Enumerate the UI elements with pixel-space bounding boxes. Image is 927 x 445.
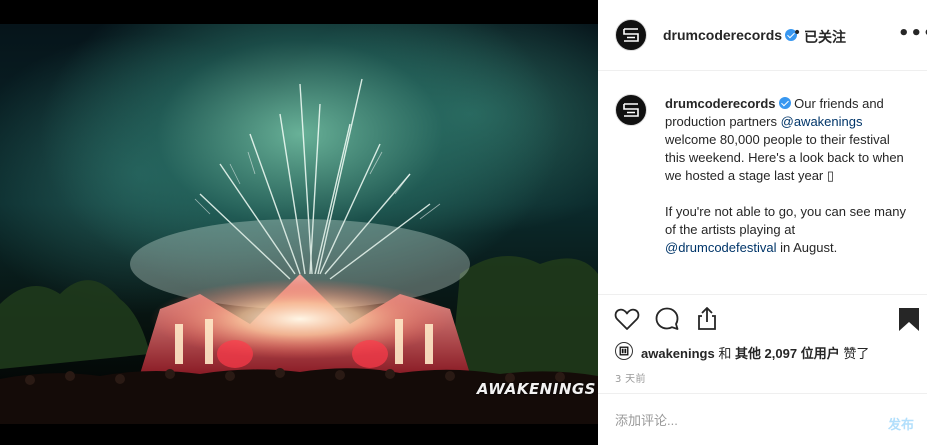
post-photo-area[interactable]: AWAKENINGS <box>0 0 598 445</box>
drumcode-logo-icon <box>623 28 639 42</box>
caption-text-1b: welcome 80,000 people to their festival … <box>665 132 904 183</box>
bookmark-icon <box>899 308 919 331</box>
likes-and: 和 <box>714 346 735 361</box>
caption-area: drumcoderecords Our friends and producti… <box>598 71 927 295</box>
caption-author-avatar[interactable] <box>615 94 647 126</box>
share-button[interactable] <box>693 305 721 333</box>
author-username-text[interactable]: drumcoderecords <box>663 27 782 43</box>
post-caption: drumcoderecords Our friends and producti… <box>665 95 910 257</box>
likes-others-link[interactable]: 其他 2,097 位用户 <box>735 346 840 361</box>
verified-badge-icon <box>778 97 791 109</box>
comment-form: 发布 <box>598 393 927 445</box>
post-comment-button[interactable]: 发布 <box>888 414 914 433</box>
likes-text: awakenings 和 其他 2,097 位用户 赞了 <box>641 343 869 362</box>
festival-scene-illustration <box>0 78 598 424</box>
heart-icon <box>614 308 640 330</box>
caption-username[interactable]: drumcoderecords <box>665 96 776 111</box>
caption-text-2b: in August. <box>776 240 838 255</box>
like-button[interactable] <box>613 305 641 333</box>
more-options-icon[interactable]: ••• <box>898 23 927 44</box>
author-avatar[interactable] <box>615 19 647 51</box>
drumcode-logo-icon <box>623 103 639 117</box>
header-separator: • <box>793 25 802 41</box>
post-header: drumcoderecords • 已关注 ••• <box>598 0 927 71</box>
emoji-glyph: ▯ <box>826 168 835 183</box>
post-photo[interactable]: AWAKENINGS <box>0 24 598 424</box>
following-button[interactable]: 已关注 <box>804 27 846 47</box>
awakenings-logo-icon <box>619 346 629 356</box>
comment-input[interactable] <box>615 410 865 430</box>
likes-liked: 赞了 <box>839 346 870 361</box>
post-side-panel: drumcoderecords • 已关注 ••• drumcoderecord… <box>598 0 927 445</box>
save-button[interactable] <box>895 305 923 333</box>
action-bar <box>598 301 927 337</box>
mention-awakenings-link[interactable]: @awakenings <box>781 114 863 129</box>
mention-drumcodefestival-link[interactable]: @drumcodefestival <box>665 240 776 255</box>
comment-button[interactable] <box>653 305 681 333</box>
awakenings-watermark: AWAKENINGS <box>476 380 596 398</box>
comment-icon <box>655 307 679 330</box>
author-username[interactable]: drumcoderecords <box>663 27 798 43</box>
caption-text-2a: If you're not able to go, you can see ma… <box>665 204 906 237</box>
share-icon <box>698 307 716 330</box>
instagram-post-view: AWAKENINGS drumcoderecords • 已关注 ••• <box>0 0 927 445</box>
liker-username[interactable]: awakenings <box>641 346 715 361</box>
liker-avatar[interactable] <box>615 342 633 360</box>
post-timestamp[interactable]: 3 天前 <box>615 370 646 385</box>
